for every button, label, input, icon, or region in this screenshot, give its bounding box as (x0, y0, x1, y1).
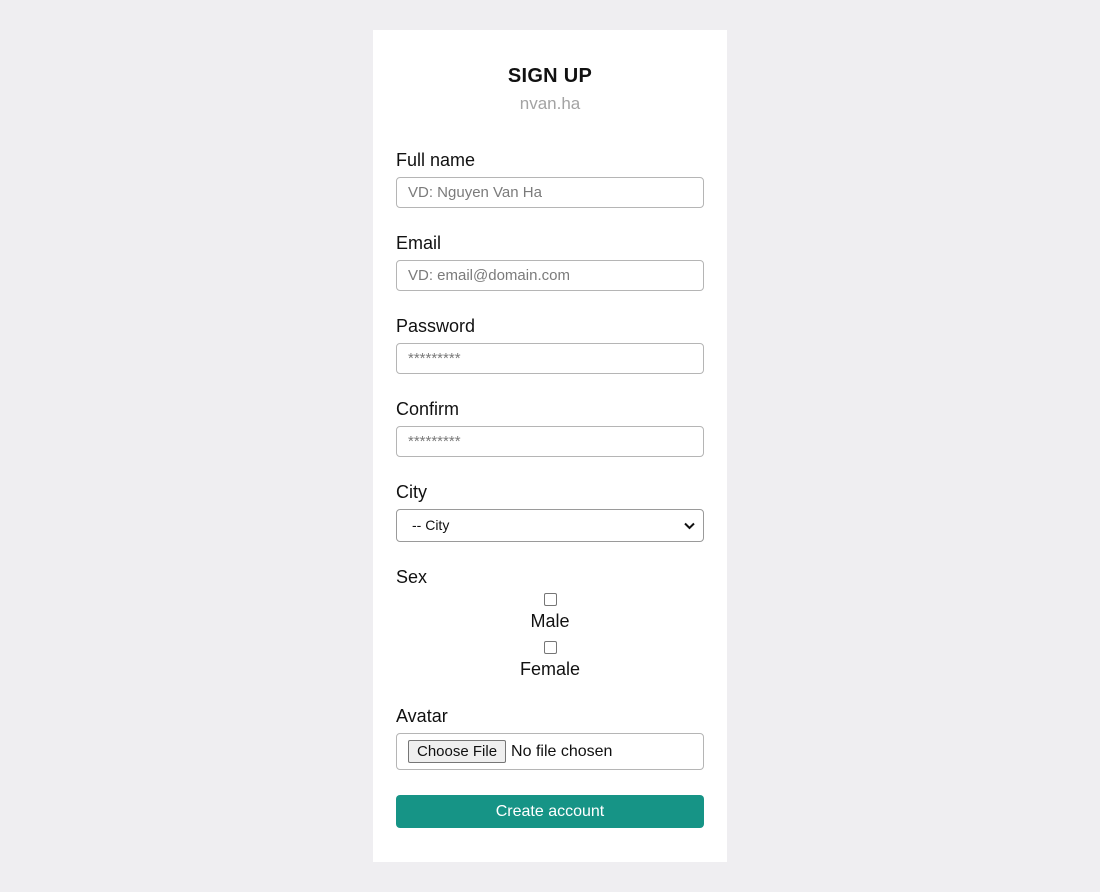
chevron-down-icon (684, 510, 695, 541)
file-status-text: No file chosen (511, 742, 613, 760)
confirm-label: Confirm (396, 399, 460, 419)
avatar-group: Avatar Choose File No file chosen (396, 705, 704, 770)
avatar-file-input: Choose File No file chosen (396, 733, 704, 770)
fullname-label: Full name (396, 150, 476, 170)
female-checkbox[interactable] (543, 641, 557, 654)
city-label: City (396, 482, 427, 502)
confirm-group: Confirm (396, 398, 704, 457)
form-subtitle: nvan.ha (519, 94, 581, 113)
email-input[interactable] (396, 260, 704, 291)
choose-file-button[interactable]: Choose File (408, 740, 507, 763)
email-label: Email (396, 233, 442, 253)
confirm-input[interactable] (396, 426, 704, 457)
sex-options: Male Female (396, 593, 704, 680)
password-group: Password (396, 315, 704, 374)
city-selected-value: -- City (412, 517, 450, 533)
email-group: Email (396, 232, 704, 291)
male-option-label: Male (530, 611, 570, 631)
city-select[interactable]: -- City (396, 509, 704, 542)
password-input[interactable] (396, 343, 704, 374)
sex-group: Sex Male Female (396, 566, 704, 680)
create-account-button[interactable]: Create account (396, 795, 704, 828)
fullname-input[interactable] (396, 177, 704, 208)
male-checkbox[interactable] (543, 593, 557, 606)
signup-card: SIGN UP nvan.ha Full name Email Password… (373, 30, 727, 862)
form-title: SIGN UP (507, 65, 593, 87)
avatar-label: Avatar (396, 706, 448, 726)
fullname-group: Full name (396, 149, 704, 208)
female-option-label: Female (519, 659, 581, 679)
password-label: Password (396, 316, 476, 336)
city-group: City -- City (396, 481, 704, 542)
sex-label: Sex (396, 567, 428, 587)
